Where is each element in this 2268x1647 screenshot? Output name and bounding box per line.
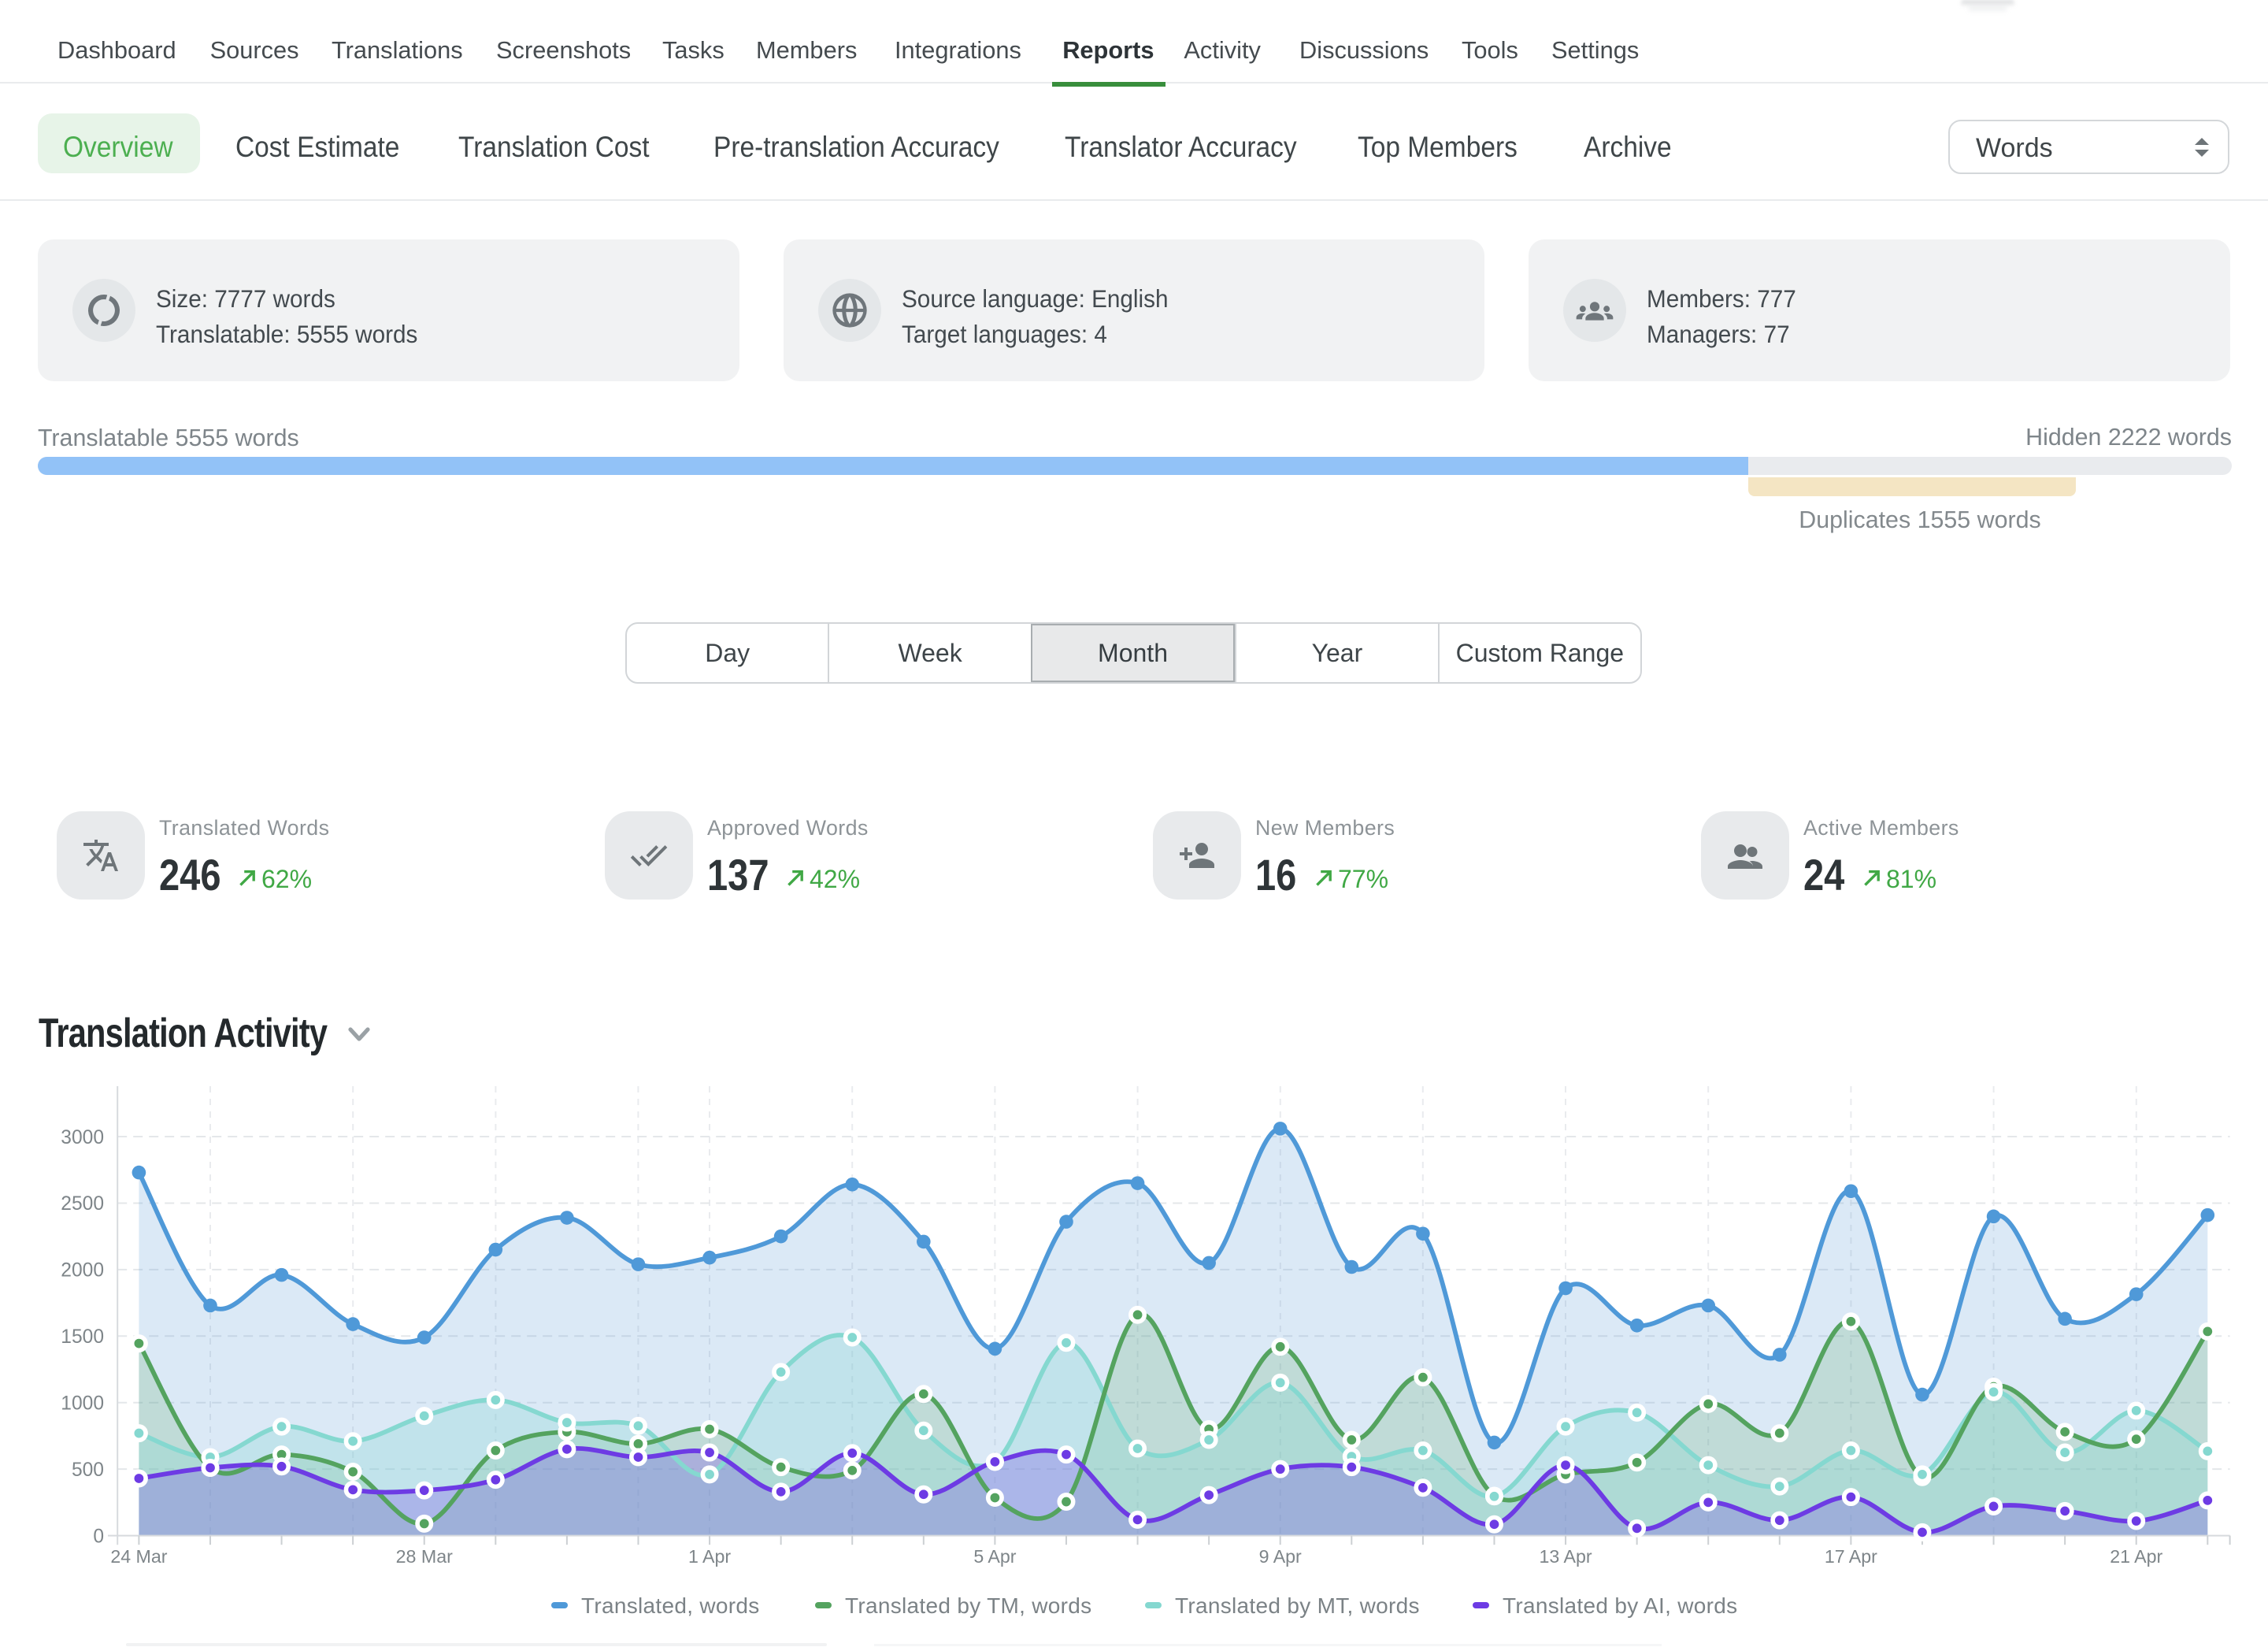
svg-text:1000: 1000 bbox=[61, 1393, 104, 1415]
svg-text:24 Mar: 24 Mar bbox=[110, 1546, 167, 1567]
svg-text:1500: 1500 bbox=[61, 1326, 104, 1348]
svg-text:17 Apr: 17 Apr bbox=[1825, 1546, 1877, 1567]
svg-text:2500: 2500 bbox=[61, 1193, 104, 1215]
svg-text:1 Apr: 1 Apr bbox=[688, 1546, 731, 1567]
svg-text:2000: 2000 bbox=[61, 1260, 104, 1282]
svg-text:9 Apr: 9 Apr bbox=[1259, 1546, 1302, 1567]
svg-text:3000: 3000 bbox=[61, 1127, 104, 1148]
svg-text:21 Apr: 21 Apr bbox=[2110, 1546, 2162, 1567]
svg-text:0: 0 bbox=[93, 1526, 104, 1547]
svg-text:13 Apr: 13 Apr bbox=[1540, 1546, 1592, 1567]
svg-text:28 Mar: 28 Mar bbox=[396, 1546, 453, 1567]
svg-text:500: 500 bbox=[72, 1460, 104, 1481]
svg-text:5 Apr: 5 Apr bbox=[973, 1546, 1016, 1567]
